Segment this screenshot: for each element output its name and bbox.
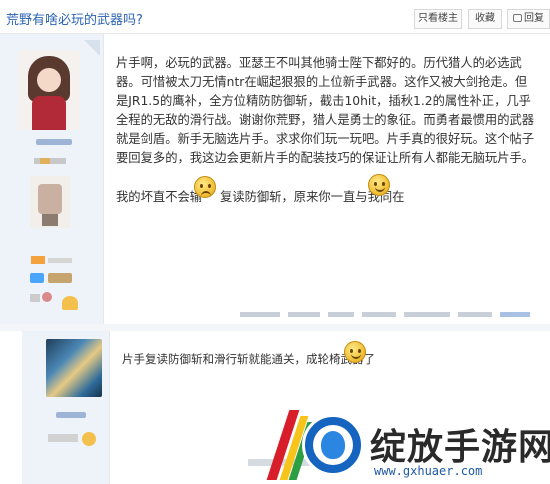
medal-icon	[30, 294, 40, 302]
emoji-mouth	[351, 354, 361, 359]
gift-icon	[62, 296, 78, 310]
footer-item	[240, 312, 280, 317]
thread-title[interactable]: 荒野有啥必玩的武器吗?	[6, 9, 143, 28]
emoji-eye	[382, 182, 385, 186]
avatar-body	[32, 96, 66, 130]
avatar[interactable]	[46, 339, 102, 397]
post-emoji-line: 我的坏直不会输 复读防御斩，原来你一直与我同在	[116, 174, 546, 216]
pendant-top	[38, 184, 62, 214]
smile-emoji-icon	[368, 174, 390, 196]
louzhu-corner-icon	[84, 40, 100, 56]
footer-item	[404, 312, 450, 317]
level-icon	[82, 432, 96, 446]
level-icon	[31, 256, 45, 264]
post-footer	[240, 310, 540, 318]
footer-item	[362, 312, 396, 317]
emoji-eye	[374, 182, 377, 186]
post-first-floor: 片手啊，必玩的武器。亚瑟王不叫其他骑士陛下都好的。历代猎人的必选武器。可惜被太刀…	[0, 34, 550, 324]
reply-icon	[513, 14, 522, 22]
member-badge	[34, 158, 66, 164]
favorite-button[interactable]: 收藏	[468, 9, 502, 29]
level-bar	[48, 434, 78, 442]
reply-link[interactable]	[500, 312, 530, 317]
footer-item	[458, 312, 492, 317]
emoji-eye	[358, 349, 361, 353]
username[interactable]	[36, 139, 72, 145]
vip-icon	[30, 273, 44, 283]
badge-dot-icon	[42, 292, 52, 302]
author-only-button[interactable]: 只看楼主	[414, 9, 462, 29]
author-sidebar	[22, 331, 110, 484]
post-line2-part1: 我的坏直不会输	[116, 190, 203, 204]
honor-icon	[48, 273, 72, 283]
post-body: 片手啊，必玩的武器。亚瑟王不叫其他骑士陛下都好的。历代猎人的必选武器。可惜被太刀…	[116, 54, 536, 168]
watermark-title: 绽放手游网	[370, 427, 550, 468]
username[interactable]	[56, 412, 86, 418]
site-watermark: 绽放手游网 www.gxhuaer.com	[266, 410, 550, 484]
pendant-bottom	[42, 214, 58, 226]
emoji-eye	[208, 184, 211, 188]
avatar[interactable]	[18, 50, 80, 130]
emoji-mouth	[375, 187, 385, 192]
thread-header: 荒野有啥必玩的武器吗? 只看楼主 收藏 回复	[0, 0, 550, 34]
level-bar	[48, 258, 72, 263]
post-paragraph: 片手啊，必玩的武器。亚瑟王不叫其他骑士陛下都好的。历代猎人的必选武器。可惜被太刀…	[116, 56, 535, 165]
site-logo-icon	[302, 414, 364, 476]
watermark-url: www.gxhuaer.com	[374, 464, 483, 478]
post-separator	[0, 324, 550, 331]
emoji-eye	[200, 184, 203, 188]
reply-label: 回复	[524, 13, 544, 24]
footer-item	[288, 312, 320, 317]
author-sidebar	[0, 34, 104, 324]
emoji-eye	[350, 349, 353, 353]
pendant-image	[30, 176, 70, 228]
member-badge-icon	[40, 158, 50, 164]
smile-emoji-icon	[344, 341, 366, 363]
reply-button[interactable]: 回复	[507, 9, 550, 29]
logo-core	[321, 431, 345, 459]
footer-item	[328, 312, 354, 317]
emoji-mouth	[201, 191, 211, 196]
post-text: 片手复读防御斩和滑行斩就能通关，成轮椅武器了	[122, 352, 375, 366]
angry-emoji-icon	[194, 176, 216, 198]
avatar-face	[37, 68, 61, 92]
